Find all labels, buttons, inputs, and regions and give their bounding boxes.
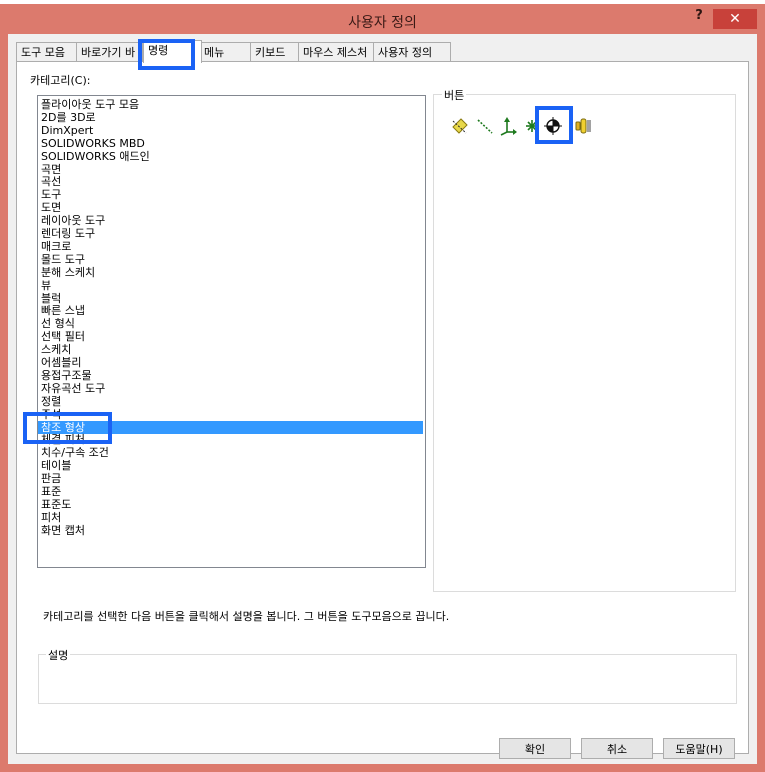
- tab-menus[interactable]: 메뉴: [199, 42, 251, 62]
- category-item[interactable]: 렌더링 도구: [41, 227, 95, 240]
- help-button[interactable]: 도움말(H): [663, 738, 735, 759]
- categories-listbox[interactable]: 플라이아웃 도구 모음 2D를 3D로 DimXpert SOLIDWORKS MBD…: [37, 95, 426, 568]
- instruction-text: 카테고리를 선택한 다음 버튼을 클릭해서 설명을 봅니다. 그 버튼을 도구모…: [43, 610, 450, 623]
- category-item[interactable]: 도면: [41, 201, 61, 214]
- dialog-client: 도구 모음 바로가기 바 명령 메뉴 키보드 마우스 제스처 사용자 정의 카테…: [8, 34, 757, 764]
- category-item[interactable]: 참조 형상: [38, 420, 423, 434]
- category-item[interactable]: 표준: [41, 485, 61, 498]
- tab-keyboard[interactable]: 키보드: [250, 42, 301, 62]
- category-item[interactable]: 판금: [41, 472, 61, 485]
- tab-customize[interactable]: 사용자 정의: [373, 42, 451, 62]
- tab-shortcut-bar[interactable]: 바로가기 바: [76, 42, 143, 62]
- category-item[interactable]: 레이아웃 도구: [41, 214, 105, 227]
- coordinate-system-icon[interactable]: [498, 116, 518, 136]
- category-item[interactable]: 뷰: [41, 279, 51, 292]
- category-item[interactable]: 피처: [41, 511, 61, 524]
- tab-mouse-gestures[interactable]: 마우스 제스처: [298, 42, 379, 62]
- buttons-groupbox: [433, 94, 736, 592]
- window-title: 사용자 정의: [348, 15, 417, 31]
- category-item[interactable]: SOLIDWORKS MBD: [41, 137, 145, 150]
- category-item[interactable]: 치수/구속 조건: [41, 446, 109, 459]
- category-item[interactable]: 선택 필터: [41, 330, 85, 343]
- ok-button[interactable]: 확인: [499, 738, 571, 759]
- category-item[interactable]: 용접구조물: [41, 369, 92, 382]
- title-bar: 사용자 정의 ? ✕: [0, 4, 765, 34]
- category-item[interactable]: SOLIDWORKS 애드인: [41, 150, 150, 163]
- category-item[interactable]: 몰드 도구: [41, 253, 85, 266]
- category-item[interactable]: DimXpert: [41, 124, 93, 137]
- category-item[interactable]: 체결 피처: [41, 433, 85, 446]
- category-item[interactable]: 스케치: [41, 343, 71, 356]
- category-item[interactable]: 빠른 스냅: [41, 304, 85, 317]
- category-item[interactable]: 분해 스케치: [41, 266, 95, 279]
- categories-label: 카테고리(C):: [30, 74, 91, 87]
- buttons-label: 버튼: [442, 87, 467, 103]
- category-item[interactable]: 매크로: [41, 240, 71, 253]
- mate-reference-icon[interactable]: [573, 116, 593, 136]
- tab-toolbars[interactable]: 도구 모음: [16, 42, 78, 62]
- center-of-mass-icon[interactable]: [543, 116, 563, 136]
- description-groupbox: [38, 654, 737, 704]
- category-item[interactable]: 테이블: [41, 459, 71, 472]
- category-item[interactable]: 곡선: [41, 175, 61, 188]
- category-item[interactable]: 플라이아웃 도구 모음: [41, 98, 139, 111]
- category-item[interactable]: 정렬: [41, 395, 61, 408]
- axis-icon[interactable]: [475, 116, 495, 136]
- close-button[interactable]: ✕: [713, 9, 757, 29]
- tab-commands[interactable]: 명령: [143, 40, 202, 63]
- cancel-button[interactable]: 취소: [581, 738, 653, 759]
- point-icon[interactable]: [522, 116, 542, 136]
- plane-icon[interactable]: [450, 116, 470, 136]
- category-item[interactable]: 주석: [41, 408, 61, 421]
- category-item[interactable]: 도구: [41, 188, 61, 201]
- help-icon[interactable]: ?: [688, 8, 710, 26]
- description-label: 설명: [46, 647, 71, 663]
- category-item[interactable]: 표준도: [41, 498, 71, 511]
- category-item[interactable]: 화면 캡처: [41, 524, 85, 537]
- category-item[interactable]: 곡면: [41, 163, 61, 176]
- category-item[interactable]: 블럭: [41, 292, 61, 305]
- category-item[interactable]: 어셈블리: [41, 356, 81, 369]
- category-item[interactable]: 선 형식: [41, 317, 75, 330]
- category-item[interactable]: 2D를 3D로: [41, 111, 96, 124]
- category-item[interactable]: 자유곡선 도구: [41, 382, 105, 395]
